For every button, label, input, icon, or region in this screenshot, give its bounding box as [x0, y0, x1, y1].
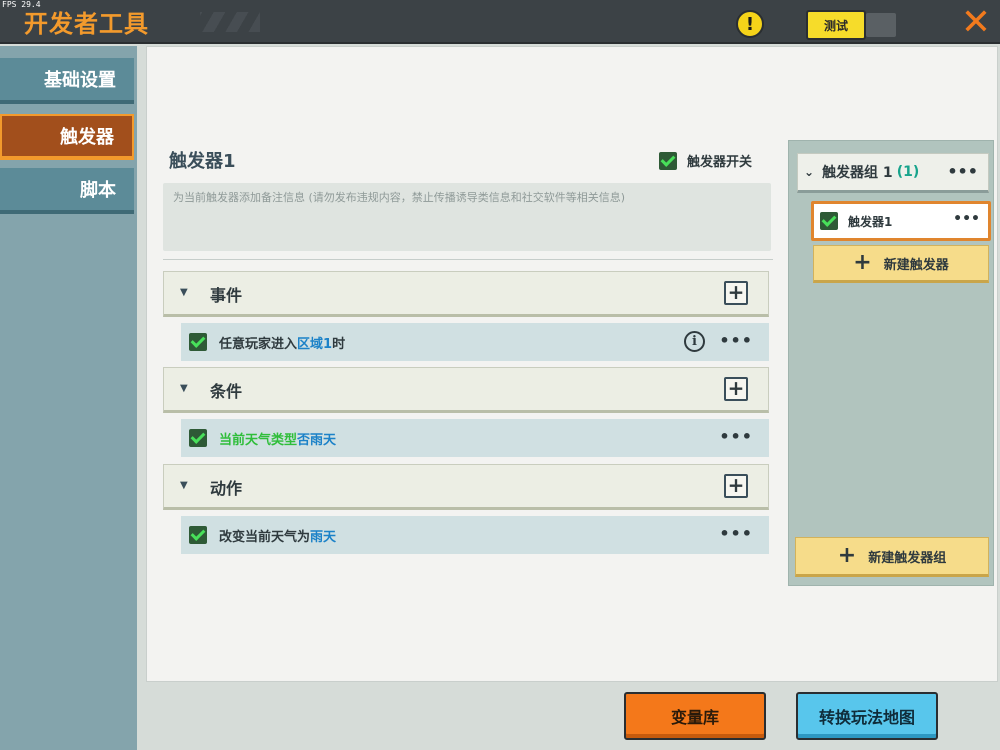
sidebar-item-label: 基础设置: [44, 70, 116, 91]
condition-row[interactable]: 当前天气类型否雨天 •••: [181, 419, 769, 457]
weather-type-link[interactable]: 当前天气类型: [219, 433, 297, 448]
chevron-down-icon[interactable]: ⌄: [804, 165, 814, 179]
section-action-header[interactable]: ▼ 动作 +: [163, 464, 769, 510]
trigger-switch-label: 触发器开关: [687, 155, 753, 170]
sidebar-item-label: 触发器: [60, 127, 114, 148]
condition-text: 当前天气类型否雨天: [219, 429, 336, 448]
trigger-switch[interactable]: 触发器开关: [659, 151, 752, 170]
section-event-label: 事件: [210, 286, 243, 305]
title-bar: FPS 29.4 开发者工具 ! 测试 ✕: [0, 0, 1000, 44]
app-title: 开发者工具: [24, 10, 149, 38]
event-row[interactable]: 任意玩家进入区域1时 i •••: [181, 323, 769, 361]
action-row[interactable]: 改变当前天气为雨天 •••: [181, 516, 769, 554]
section-condition-label: 条件: [210, 382, 243, 401]
area-link[interactable]: 区域1: [297, 337, 332, 352]
collapse-triangle-icon[interactable]: ▼: [180, 480, 188, 491]
more-icon[interactable]: •••: [719, 524, 753, 543]
divider: [163, 259, 773, 260]
test-toggle[interactable]: 测试: [806, 10, 896, 40]
test-toggle-track[interactable]: [866, 13, 896, 37]
sidebar-item-label: 脚本: [80, 180, 116, 201]
collapse-triangle-icon[interactable]: ▼: [180, 383, 188, 394]
trigger-group-panel: ⌄ 触发器组 1 (1) ••• 触发器1 ••• + 新建触发器 + 新建触发…: [788, 140, 994, 586]
decor-stripes: [200, 12, 260, 32]
more-icon[interactable]: •••: [947, 162, 978, 181]
warning-icon[interactable]: !: [736, 10, 764, 38]
plus-icon: +: [837, 543, 857, 568]
weather-value-link[interactable]: 雨天: [310, 433, 336, 448]
trigger-group-label: 触发器组 1: [822, 165, 893, 181]
trigger-group-count: (1): [896, 164, 920, 180]
add-event-button[interactable]: +: [724, 281, 748, 305]
collapse-triangle-icon[interactable]: ▼: [180, 287, 188, 298]
event-checkbox[interactable]: [189, 333, 207, 351]
weather-value-link[interactable]: 雨天: [310, 530, 336, 545]
more-icon[interactable]: •••: [719, 427, 753, 446]
section-condition-header[interactable]: ▼ 条件 +: [163, 367, 769, 413]
trigger-item-checkbox[interactable]: [820, 212, 838, 230]
sidebar-item-scripts[interactable]: 脚本: [0, 168, 134, 214]
sidebar: 基础设置 触发器 脚本: [0, 46, 137, 750]
trigger-notes-field[interactable]: 为当前触发器添加备注信息 (请勿发布违规内容，禁止传播诱导类信息和社交软件等相关…: [163, 183, 771, 251]
comparison-link[interactable]: 否: [297, 433, 310, 448]
trigger-group-header[interactable]: ⌄ 触发器组 1 (1) •••: [797, 153, 989, 193]
new-trigger-group-button[interactable]: + 新建触发器组: [795, 537, 989, 577]
add-condition-button[interactable]: +: [724, 377, 748, 401]
condition-checkbox[interactable]: [189, 429, 207, 447]
more-icon[interactable]: •••: [719, 331, 753, 350]
action-checkbox[interactable]: [189, 526, 207, 544]
variables-library-button[interactable]: 变量库: [624, 692, 766, 740]
plus-icon: +: [853, 250, 872, 275]
section-action-label: 动作: [210, 479, 243, 498]
new-trigger-label: 新建触发器: [883, 257, 949, 273]
close-icon[interactable]: ✕: [956, 2, 996, 43]
trigger-switch-checkbox[interactable]: [659, 151, 677, 170]
sidebar-item-basic-settings[interactable]: 基础设置: [0, 58, 134, 104]
section-event-header[interactable]: ▼ 事件 +: [163, 271, 769, 317]
test-button[interactable]: 测试: [806, 10, 866, 40]
trigger-item-label: 触发器1: [848, 214, 893, 229]
sidebar-item-triggers[interactable]: 触发器: [0, 114, 134, 160]
new-trigger-group-label: 新建触发器组: [868, 550, 947, 566]
add-action-button[interactable]: +: [724, 474, 748, 498]
convert-map-button[interactable]: 转换玩法地图: [796, 692, 938, 740]
trigger-title: 触发器1: [169, 151, 236, 172]
action-text: 改变当前天气为雨天: [219, 529, 337, 545]
more-icon[interactable]: •••: [953, 211, 980, 227]
event-text: 任意玩家进入区域1时: [219, 336, 346, 352]
new-trigger-button[interactable]: + 新建触发器: [813, 245, 989, 283]
info-icon[interactable]: i: [684, 331, 705, 352]
trigger-list-item[interactable]: 触发器1 •••: [811, 201, 991, 241]
